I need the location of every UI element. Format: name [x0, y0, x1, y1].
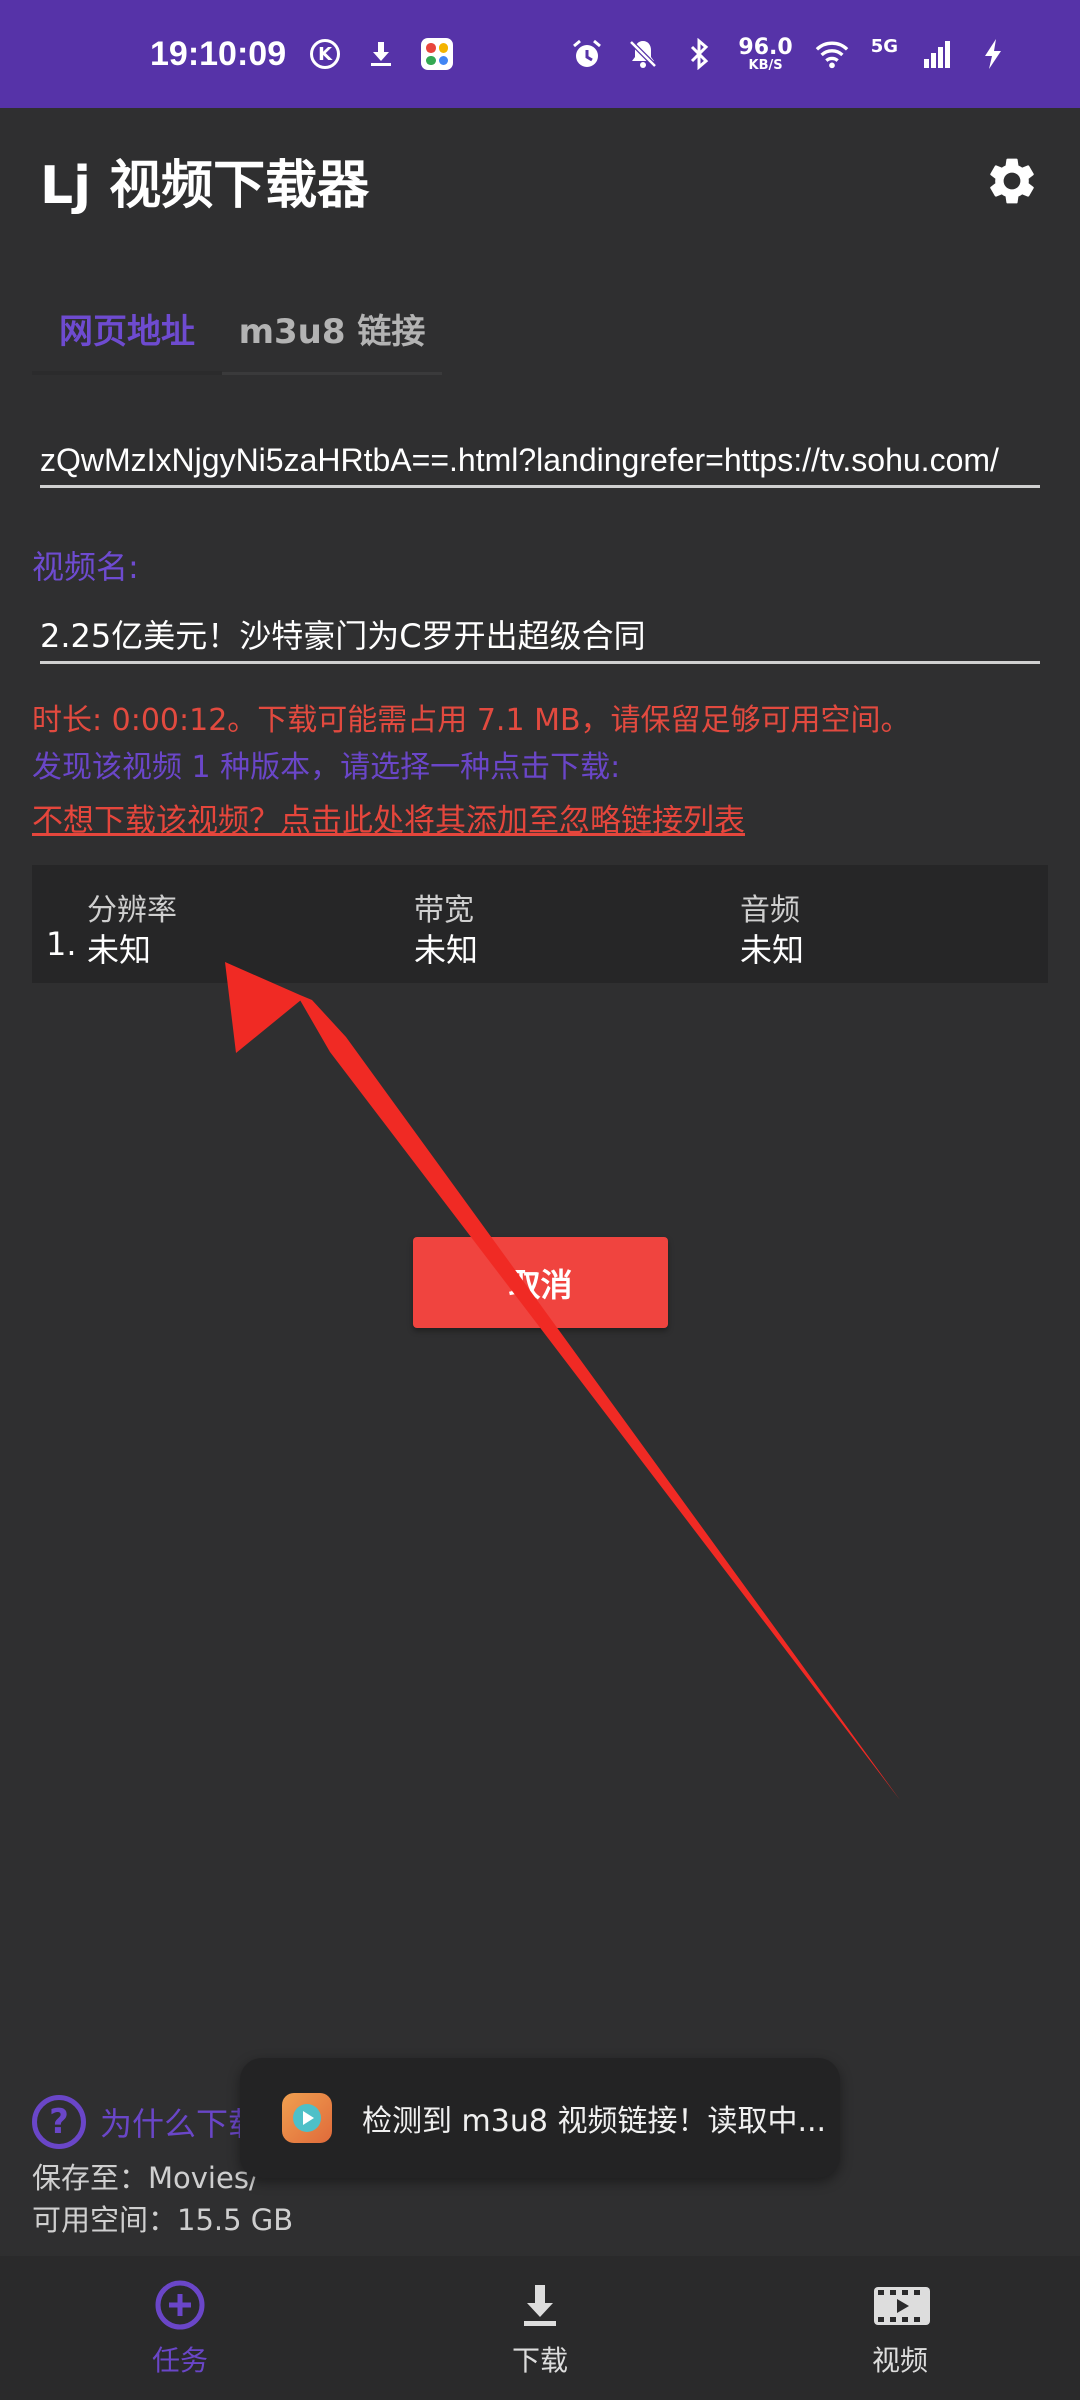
help-icon[interactable]: ? — [32, 2095, 86, 2149]
nav-tasks-label: 任务 — [151, 2344, 208, 2377]
why-text[interactable]: 为什么下载 — [100, 2099, 260, 2145]
speed-unit: KB/S — [748, 57, 783, 73]
app-icon — [420, 37, 454, 71]
mute-icon — [626, 37, 660, 71]
ignore-link[interactable]: 不想下载该视频？点击此处将其添加至忽略链接列表 — [32, 795, 745, 840]
alarm-icon — [570, 37, 604, 71]
why-row[interactable]: ? 为什么下载 — [32, 2095, 260, 2149]
status-time: 19:10:09 — [150, 34, 287, 73]
header-bandwidth: 带宽 — [414, 893, 474, 928]
tab-web-address[interactable]: 网页地址 — [32, 285, 222, 371]
cell-audio: 未知 — [740, 931, 805, 969]
nav-videos-label: 视频 — [871, 2344, 928, 2377]
film-icon — [872, 2277, 930, 2333]
cell-bandwidth: 未知 — [414, 931, 479, 969]
video-name-input[interactable]: 2.25亿美元！沙特豪门为C罗开出超级合同 — [40, 608, 1040, 664]
toast: 检测到 m3u8 视频链接！读取中... — [240, 2058, 840, 2178]
cancel-button[interactable]: 取消 — [413, 1237, 668, 1328]
k-icon: K — [308, 37, 342, 71]
save-location: 保存至：Movies/ — [32, 2161, 259, 2195]
app-bar: Lj 视频下载器 — [0, 108, 1080, 253]
duration-info: 时长: 0:00:12。下载可能需占用 7.1 MB，请保留足够可用空间。 — [32, 703, 911, 738]
wifi-icon — [815, 37, 849, 71]
status-left: 19:10:09 K — [150, 35, 454, 74]
nav-downloads-label: 下载 — [511, 2344, 568, 2377]
toast-text: 检测到 m3u8 视频链接！读取中... — [362, 2104, 827, 2139]
tab-indicator — [32, 371, 222, 375]
signal-icon — [920, 37, 954, 71]
tab-m3u8-link[interactable]: m3u8 链接 — [222, 285, 442, 371]
app-title: Lj 视频下载器 — [40, 156, 370, 216]
header-resolution: 分辨率 — [87, 893, 177, 928]
free-space: 可用空间：15.5 GB — [32, 2203, 294, 2237]
network-speed: 96.0 KB/S — [738, 34, 793, 73]
video-name-label: 视频名: — [32, 548, 139, 586]
speed-value: 96.0 — [738, 34, 793, 60]
download-icon — [364, 37, 398, 71]
tab-bar: 网页地址 m3u8 链接 — [32, 285, 442, 375]
header-audio: 音频 — [740, 893, 800, 928]
nav-videos[interactable]: 视频 — [720, 2256, 1080, 2400]
url-input[interactable]: zQwMzIxNjgyNi5zaHRtbA==.html?landingrefe… — [40, 432, 1040, 488]
version-table: 分辨率 带宽 音频 1. 未知 未知 未知 — [32, 865, 1048, 983]
status-right: 96.0 KB/S 5G — [570, 34, 1010, 73]
cell-resolution: 未知 — [87, 931, 152, 969]
charging-icon — [976, 37, 1010, 71]
nav-downloads[interactable]: 下载 — [360, 2256, 720, 2400]
gear-icon[interactable] — [984, 153, 1040, 209]
row-index: 1. — [46, 925, 77, 963]
nav-tasks[interactable]: 任务 — [0, 2256, 360, 2400]
bluetooth-icon — [682, 37, 716, 71]
app-logo-icon — [282, 2093, 332, 2143]
bottom-nav: 任务 下载 视频 — [0, 2256, 1080, 2400]
download-icon — [512, 2277, 568, 2333]
status-bar: 19:10:09 K 96.0 KB/S 5G — [0, 0, 1080, 108]
network-type: 5G — [870, 35, 898, 57]
add-circle-icon — [152, 2277, 208, 2333]
versions-info: 发现该视频 1 种版本，请选择一种点击下载: — [32, 750, 621, 785]
